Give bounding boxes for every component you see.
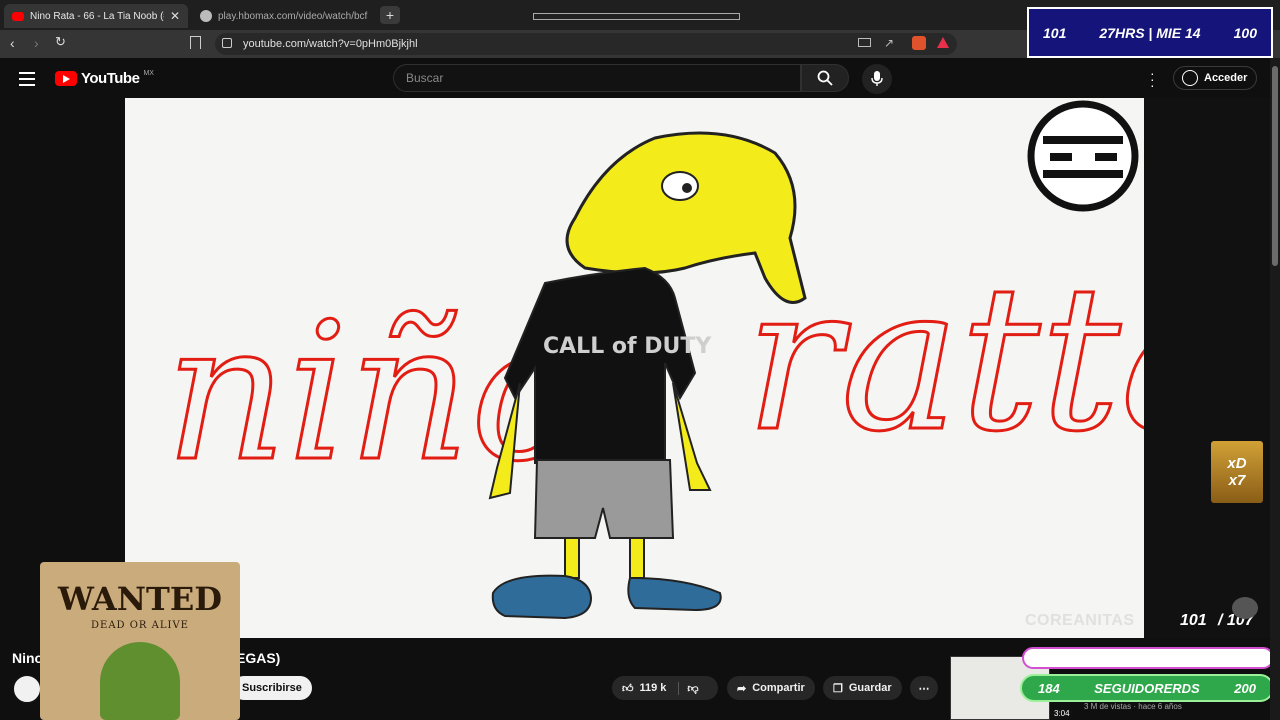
globe-favicon-icon: [200, 10, 212, 22]
search-button[interactable]: [801, 64, 849, 92]
forward-arrow-icon[interactable]: ›: [34, 35, 39, 51]
share-icon: ➦: [737, 682, 747, 695]
like-count: 119 k: [639, 682, 667, 694]
search-placeholder: Buscar: [406, 71, 444, 85]
menu-icon[interactable]: [19, 72, 35, 86]
close-tab-icon[interactable]: ✕: [170, 9, 180, 23]
emote-overlay: xD x7: [1211, 441, 1263, 503]
frog-character-icon: [100, 642, 180, 720]
page-scrollbar[interactable]: [1270, 58, 1280, 720]
doodle-word-right: ratta: [745, 243, 1144, 476]
account-icon: [1182, 70, 1198, 86]
brave-shield-icon[interactable]: [912, 36, 926, 50]
goal-bar-magenta: [1022, 647, 1274, 669]
url-text: youtube.com/watch?v=0pHm0Bjkjhl: [243, 38, 418, 50]
thumbs-down-icon[interactable]: 👎︎: [678, 681, 699, 695]
reload-icon[interactable]: ↻: [55, 34, 66, 50]
microphone-icon: [871, 71, 883, 86]
search-icon: [817, 70, 833, 86]
youtube-favicon-icon: [12, 11, 24, 21]
subscribe-label: Suscribirse: [242, 682, 302, 694]
emote-count: x7: [1228, 472, 1246, 489]
video-player[interactable]: niño ratta CALL of DUTY: [125, 98, 1144, 638]
logo-text: YouTube: [81, 70, 140, 87]
share-label: Compartir: [752, 682, 805, 694]
more-horizontal-icon: ⋯: [918, 682, 930, 695]
channel-mini-logo-icon: [1232, 597, 1258, 619]
sign-in-label: Acceder: [1204, 72, 1248, 84]
counter-current: 101: [1180, 612, 1207, 629]
tab-title: play.hbomax.com/video/watch/bcf5: [218, 10, 368, 22]
followers-goal-bar: 184 SEGUIDORERDS 200: [1020, 674, 1274, 702]
channel-watermark-logo: [1027, 100, 1139, 212]
related-video-meta: 3 M de vistas · hace 6 años: [1084, 702, 1182, 711]
voice-search-button[interactable]: [862, 64, 892, 94]
video-title-end: EGAS): [236, 650, 281, 666]
video-frame-drawing: niño ratta CALL of DUTY: [164, 100, 1144, 620]
followers-label: SEGUIDORERDS: [1094, 680, 1200, 696]
related-video-duration: 3:04: [1052, 709, 1072, 718]
tab-title: Nino Rata - 66 - La Tia Noob (#N: [30, 10, 164, 22]
score-middle: 27HRS | MIE 14: [1099, 24, 1201, 41]
browser-tab-youtube[interactable]: Nino Rata - 66 - La Tia Noob (#N ✕: [4, 4, 188, 28]
video-title-start: Nino: [12, 650, 44, 666]
thumbs-up-icon: 👍︎: [622, 682, 634, 695]
sign-in-button[interactable]: Acceder: [1173, 66, 1257, 90]
shirt-text: CALL of DUTY: [543, 334, 712, 359]
followers-current: 184: [1038, 680, 1060, 696]
doodle-word-left: niño: [165, 282, 585, 503]
rewards-icon[interactable]: [937, 37, 949, 48]
score-right: 100: [1233, 24, 1257, 41]
more-options-icon[interactable]: · · ·: [1150, 66, 1155, 92]
more-actions-button[interactable]: ⋯: [910, 676, 938, 700]
channel-avatar[interactable]: [12, 674, 42, 704]
loading-bar: [533, 13, 740, 20]
region-code: MX: [143, 70, 154, 77]
cast-icon[interactable]: [858, 38, 871, 47]
save-button[interactable]: ❐ Guardar: [823, 676, 902, 700]
share-button[interactable]: ➦ Compartir: [727, 676, 815, 700]
like-button[interactable]: 👍︎ 119 k 👎︎: [612, 676, 718, 700]
new-tab-button[interactable]: +: [380, 6, 400, 24]
wanted-poster-overlay: WANTED DEAD OR ALIVE: [40, 562, 240, 720]
save-label: Guardar: [848, 682, 892, 694]
emote-text: xD: [1227, 455, 1247, 472]
address-bar[interactable]: youtube.com/watch?v=0pHm0Bjkjhl: [215, 33, 957, 55]
wanted-title: WANTED: [58, 580, 222, 618]
save-icon: ❐: [833, 682, 843, 695]
subscribe-button[interactable]: Suscribirse: [232, 676, 312, 700]
search-input[interactable]: Buscar: [393, 64, 801, 92]
stream-score-overlay: 101 27HRS | MIE 14 100: [1027, 7, 1273, 58]
wanted-subtitle: DEAD OR ALIVE: [91, 620, 189, 631]
site-info-icon[interactable]: [222, 38, 232, 48]
browser-tab-hbomax[interactable]: play.hbomax.com/video/watch/bcf5: [192, 4, 376, 28]
back-arrow-icon[interactable]: ‹: [10, 35, 15, 51]
followers-goal: 200: [1234, 680, 1256, 696]
side-panel-dark: [1144, 98, 1270, 638]
bookmark-icon[interactable]: [190, 36, 201, 49]
youtube-play-icon: [55, 71, 77, 86]
youtube-logo[interactable]: YouTube MX: [55, 70, 154, 87]
scrollbar-thumb[interactable]: [1272, 66, 1278, 266]
coreanitas-label: COREANITAS: [1025, 612, 1135, 629]
score-left: 101: [1043, 24, 1067, 41]
share-page-icon[interactable]: ↗: [884, 36, 894, 50]
